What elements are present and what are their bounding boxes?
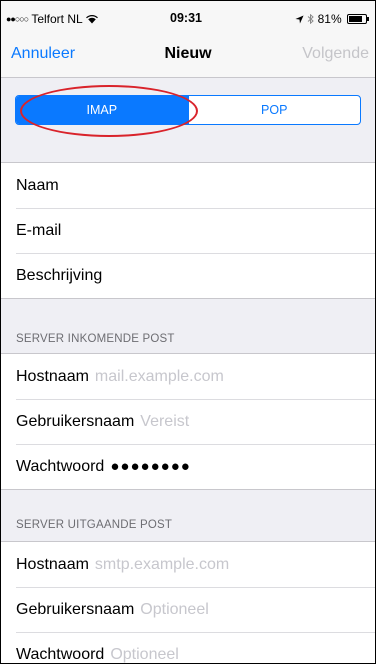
incoming-user-label: Gebruikersnaam <box>16 413 135 430</box>
account-info-group: Naam E-mail Beschrijving <box>1 162 375 299</box>
clock: 09:31 <box>170 11 202 25</box>
wifi-icon <box>85 15 98 24</box>
signal-strength-icon: ●●○○○ <box>6 14 29 24</box>
incoming-server-header: SERVER INKOMENDE POST <box>16 333 175 345</box>
outgoing-server-header: SERVER UITGAANDE POST <box>16 519 173 531</box>
incoming-user-field[interactable]: Gebruikersnaam Vereist <box>1 399 375 444</box>
incoming-server-group: Hostnaam mail.example.com Gebruikersnaam V… <box>1 353 375 490</box>
outgoing-password-label: Wachtwoord <box>16 646 105 663</box>
incoming-password-value: ●●●●●●●● <box>110 458 191 475</box>
incoming-password-label: Wachtwoord <box>16 458 105 475</box>
email-label: E-mail <box>16 222 62 239</box>
battery-level <box>349 16 362 22</box>
outgoing-host-label: Hostnaam <box>16 556 89 573</box>
outgoing-password-field[interactable]: Wachtwoord Optioneel <box>1 632 375 663</box>
status-left: ●●○○○ Telfort NL <box>6 12 98 26</box>
carrier-name: Telfort NL <box>31 12 83 26</box>
account-type-segmented-control: IMAP POP <box>15 95 361 125</box>
phone-screen: ●●○○○ Telfort NL 09:31 81% Annuleer Nieu… <box>0 0 376 664</box>
battery-percent: 81% <box>317 12 342 26</box>
segment-imap[interactable]: IMAP <box>16 96 188 124</box>
outgoing-host-placeholder: smtp.example.com <box>94 556 230 573</box>
incoming-user-placeholder: Vereist <box>140 413 190 430</box>
outgoing-user-placeholder: Optioneel <box>140 601 209 618</box>
outgoing-password-placeholder: Optioneel <box>110 646 179 663</box>
name-field[interactable]: Naam <box>1 163 375 208</box>
outgoing-user-label: Gebruikersnaam <box>16 601 135 618</box>
incoming-host-label: Hostnaam <box>16 368 89 385</box>
outgoing-server-group: Hostnaam smtp.example.com Gebruikersnaam O… <box>1 541 375 663</box>
description-label: Beschrijving <box>16 267 103 284</box>
navigation-bar: Annuleer Nieuw Volgende <box>1 35 375 78</box>
status-right: 81% <box>295 12 369 26</box>
location-arrow-icon <box>295 15 304 24</box>
bluetooth-icon <box>307 13 315 25</box>
battery-icon <box>347 14 369 24</box>
name-label: Naam <box>16 177 59 194</box>
outgoing-host-field[interactable]: Hostnaam smtp.example.com <box>1 542 375 587</box>
description-field[interactable]: Beschrijving <box>1 253 375 298</box>
status-bar: ●●○○○ Telfort NL 09:31 81% <box>1 1 375 35</box>
next-button[interactable]: Volgende <box>302 45 369 63</box>
email-field[interactable]: E-mail <box>1 208 375 253</box>
outgoing-user-field[interactable]: Gebruikersnaam Optioneel <box>1 587 375 632</box>
incoming-host-placeholder: mail.example.com <box>94 368 224 385</box>
incoming-host-field[interactable]: Hostnaam mail.example.com <box>1 354 375 399</box>
incoming-password-field[interactable]: Wachtwoord ●●●●●●●● <box>1 444 375 489</box>
segment-pop[interactable]: POP <box>187 96 361 124</box>
